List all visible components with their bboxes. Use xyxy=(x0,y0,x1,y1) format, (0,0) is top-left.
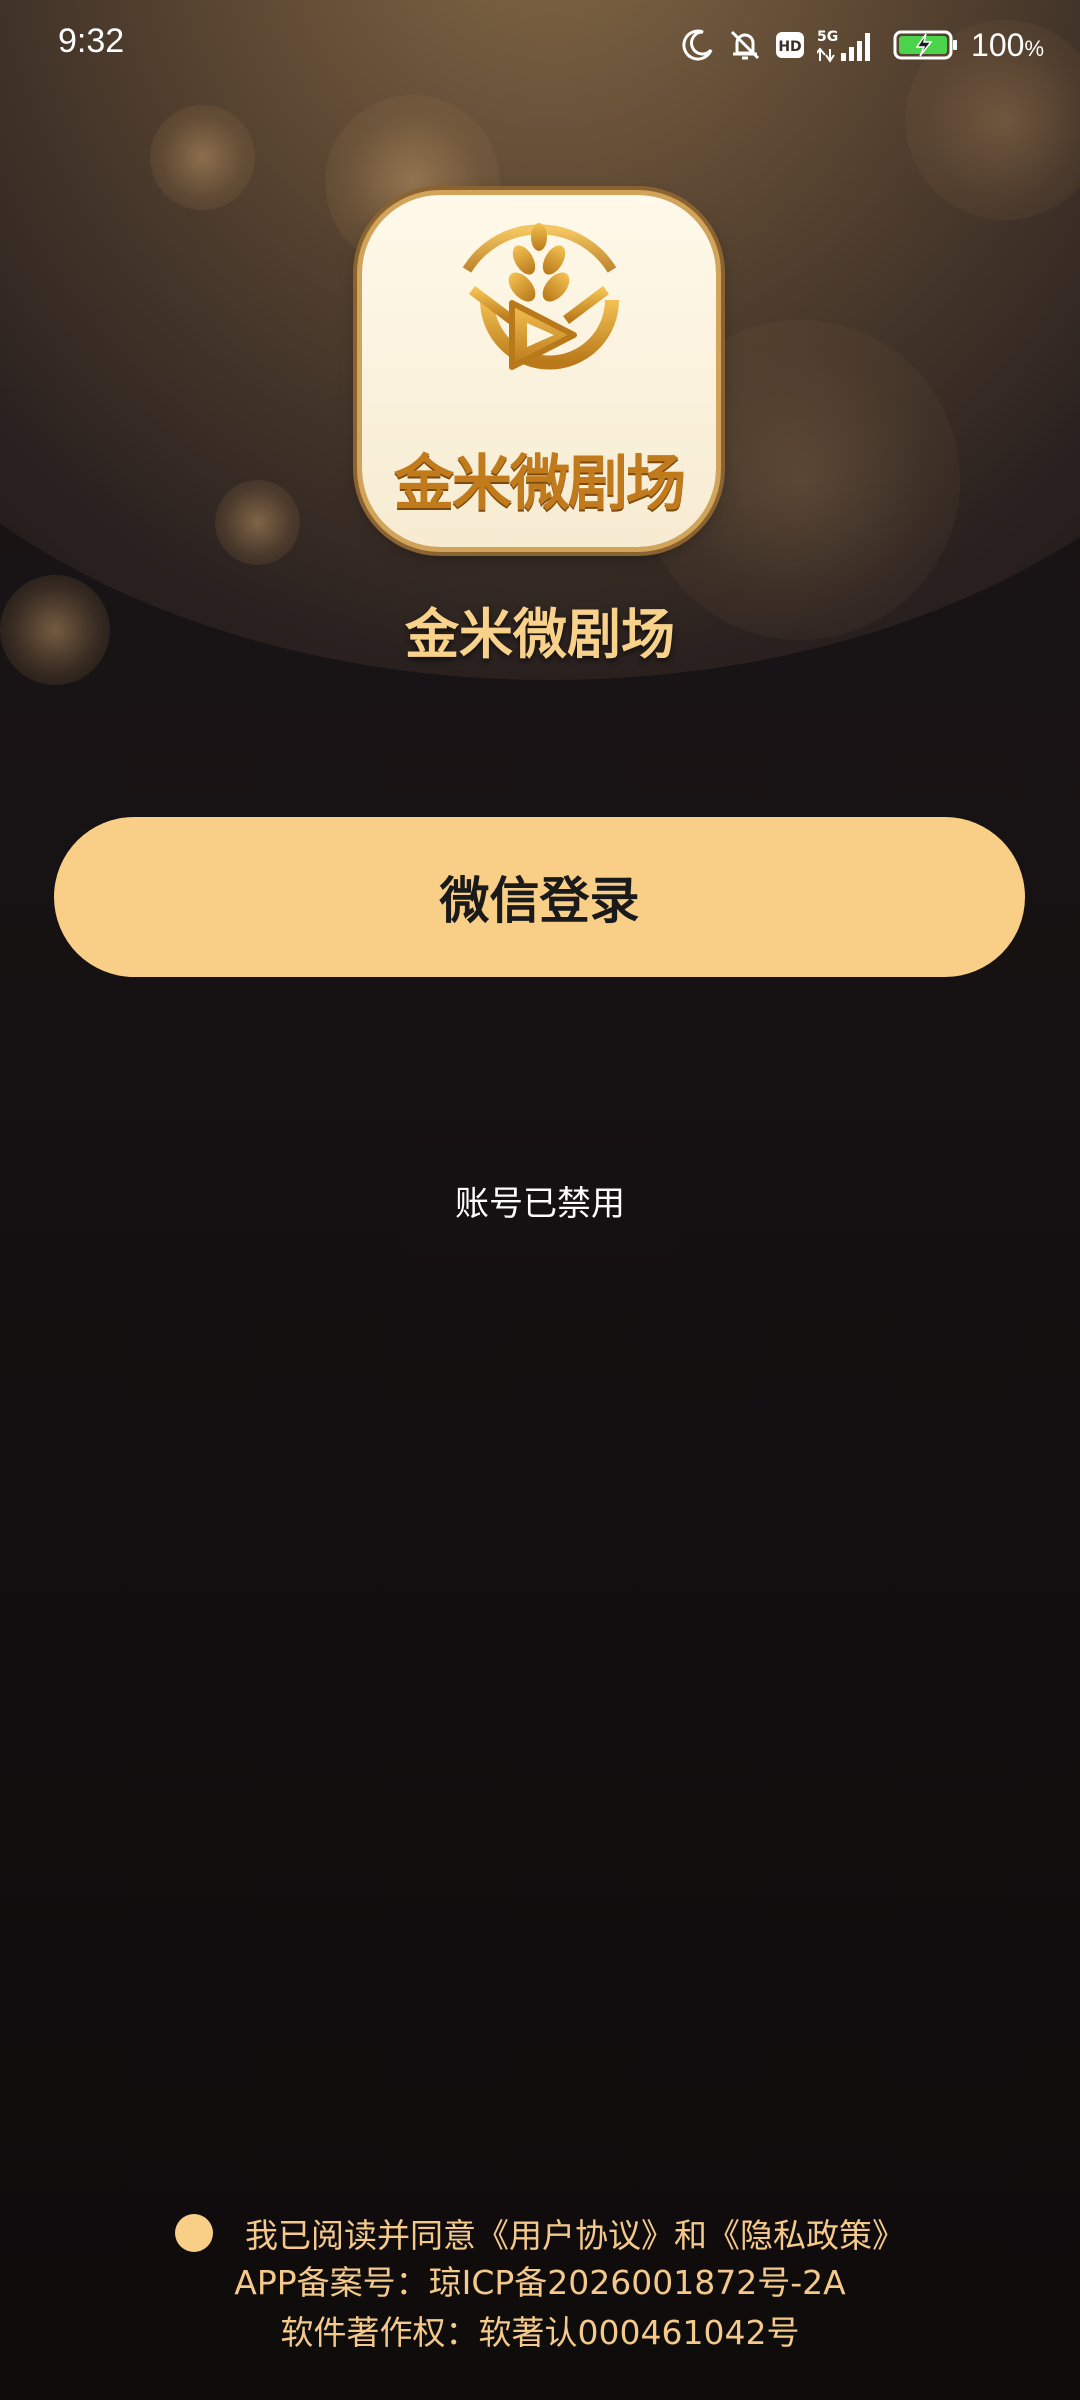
app-logo-text: 金米微剧场 xyxy=(394,449,686,519)
toast-message: 账号已禁用 xyxy=(402,1148,678,1252)
status-icons: HD 5G 100% xyxy=(681,22,1044,68)
svg-text:HD: HD xyxy=(778,39,801,55)
wechat-login-button[interactable]: 微信登录 xyxy=(54,817,1025,977)
footer: 我已阅读并同意《用户协议》和《隐私政策》 APP备案号：琼ICP备2026001… xyxy=(0,2208,1080,2358)
login-screen: 9:32 HD 5G 100% 金米微剧场 金米微剧场 微信登录 账号已禁用 我… xyxy=(0,0,1080,2400)
battery-percent: 100% xyxy=(971,26,1044,63)
battery-charging-icon xyxy=(893,28,959,62)
status-bar: 9:32 HD 5G 100% xyxy=(0,0,1080,92)
agreement-text[interactable]: 我已阅读并同意《用户协议》和《隐私政策》 xyxy=(245,2209,905,2257)
hd-icon: HD xyxy=(775,31,805,59)
agreement-checkbox[interactable] xyxy=(175,2214,213,2252)
bokeh-light xyxy=(150,105,255,210)
app-logo: 金米微剧场 xyxy=(362,195,716,547)
signal-icon: 5G xyxy=(817,27,881,63)
status-time: 9:32 xyxy=(58,22,125,60)
app-record-number: APP备案号：琼ICP备2026001872号-2A xyxy=(234,2263,846,2302)
moon-icon xyxy=(681,28,715,62)
software-copyright: 软件著作权：软著认000461042号 xyxy=(280,2313,800,2352)
agreement-row: 我已阅读并同意《用户协议》和《隐私政策》 xyxy=(0,2208,1080,2258)
bokeh-light xyxy=(215,480,300,565)
app-name: 金米微剧场 xyxy=(405,603,675,666)
svg-text:5G: 5G xyxy=(817,29,838,45)
bell-off-icon xyxy=(727,27,763,63)
